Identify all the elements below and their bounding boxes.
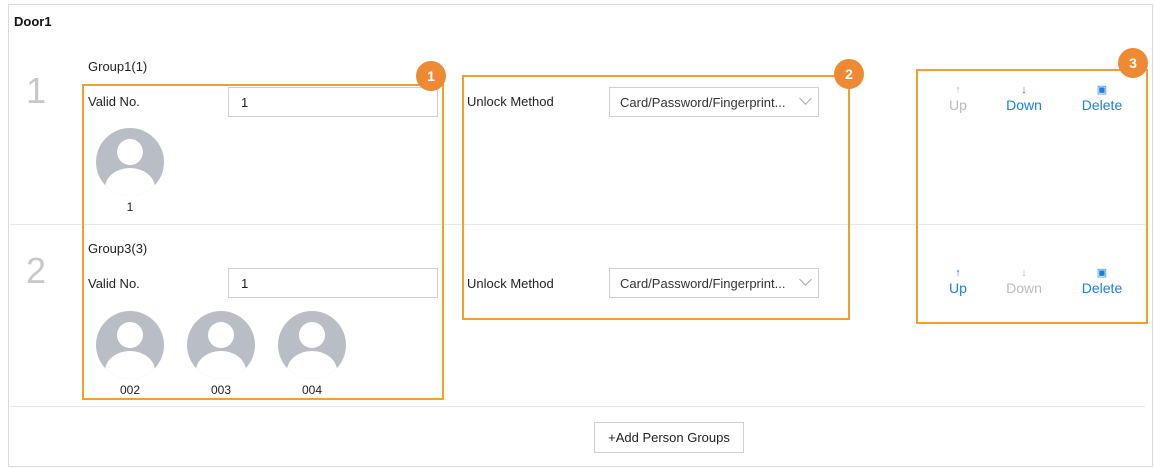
callout-box-persons	[82, 84, 444, 400]
callout-box-actions	[916, 69, 1148, 324]
callout-badge: 3	[1118, 48, 1148, 78]
row-divider	[10, 406, 1145, 407]
callout-box-unlock-method	[462, 75, 850, 320]
group-name: Group1(1)	[88, 59, 148, 74]
door-title: Door1	[14, 14, 52, 29]
callout-badge: 2	[834, 59, 864, 89]
callout-badge: 1	[416, 61, 446, 91]
add-person-groups-button[interactable]: +Add Person Groups	[594, 422, 744, 453]
group-index: 2	[26, 250, 47, 291]
group-index: 1	[26, 70, 47, 111]
